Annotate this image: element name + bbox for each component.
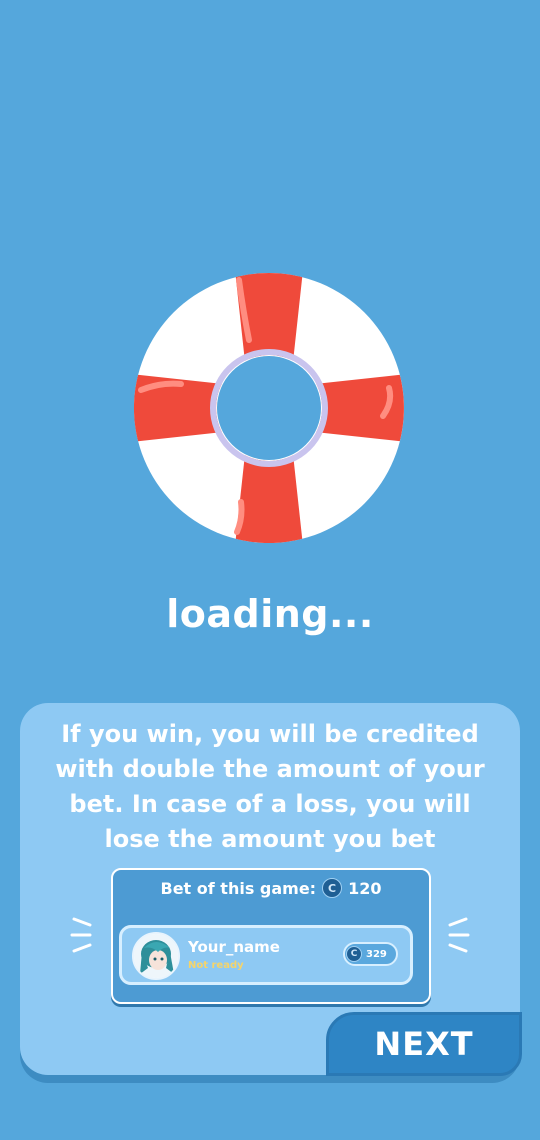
info-card: If you win, you will be credited with do… (20, 703, 522, 1076)
bet-label: Bet of this game: (160, 878, 317, 898)
bet-amount: 120 (348, 878, 382, 898)
bet-header: Bet of this game: C 120 (113, 878, 429, 898)
coin-icon: C (322, 878, 343, 898)
next-button[interactable]: NEXT (326, 1012, 522, 1076)
player-coins: 329 (366, 948, 387, 960)
avatar (132, 932, 180, 980)
bet-panel: Bet of this game: C 120 Your_name Not re… (111, 868, 431, 1004)
player-name: Your_name (188, 938, 280, 956)
sparkle-left-icon (70, 917, 92, 953)
loading-text: loading... (166, 592, 374, 636)
player-status: Not ready (188, 960, 244, 971)
player-card: Your_name Not ready C 329 (119, 925, 413, 985)
coin-icon: C (346, 946, 362, 962)
avatar-image (134, 934, 178, 978)
player-coins-badge: C 329 (343, 942, 398, 966)
rules-text: If you win, you will be credited with do… (55, 720, 485, 853)
sparkle-right-icon (448, 917, 470, 953)
lifebuoy-icon (133, 273, 404, 543)
